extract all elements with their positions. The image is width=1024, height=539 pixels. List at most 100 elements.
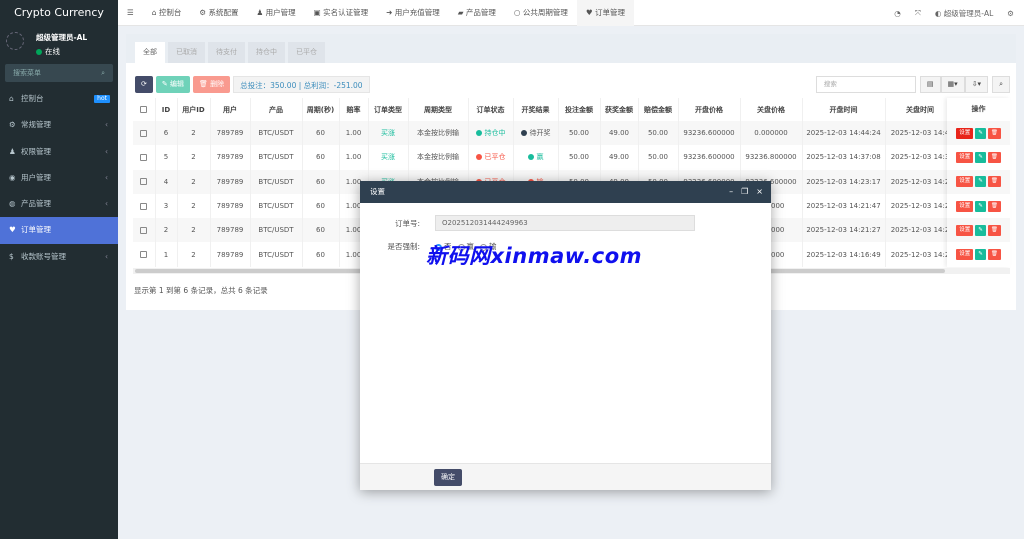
edit-row-button[interactable]: ✎ [975, 200, 986, 212]
set-button[interactable]: 设置 [956, 151, 974, 163]
tab-4[interactable]: 已平仓 [288, 42, 325, 63]
refresh-button[interactable]: ⟳ [135, 76, 153, 93]
delete-button[interactable]: 🗑 删除 [192, 76, 231, 93]
column-header[interactable]: 周期类型 [408, 98, 469, 121]
sidebar-item-5[interactable]: ♥ 订单管理 [0, 217, 118, 244]
select-all-checkbox[interactable] [133, 98, 156, 121]
column-header[interactable]: 获奖金额 [600, 98, 639, 121]
edit-label: 编辑 [169, 80, 184, 88]
column-header[interactable]: 开奖结果 [513, 98, 559, 121]
top-nav-item-1[interactable]: ⚙ 系统配置 [190, 0, 247, 26]
tab-3[interactable]: 持仓中 [248, 42, 285, 63]
row-checkbox[interactable] [133, 193, 156, 219]
edit-button[interactable]: ✎ 编辑 [155, 76, 190, 93]
cell-text: 赢 [536, 153, 544, 162]
edit-row-button[interactable]: ✎ [975, 127, 986, 139]
row-checkbox[interactable] [133, 242, 156, 267]
top-nav-item-2[interactable]: ♟ 用户管理 [248, 0, 305, 26]
set-button[interactable]: 设置 [956, 224, 974, 236]
column-header[interactable]: 开盘价格 [678, 98, 741, 121]
top-nav-item-5[interactable]: ▰ 产品管理 [449, 0, 505, 26]
edit-row-button[interactable]: ✎ [975, 249, 986, 261]
table-cell: BTC/USDT [250, 193, 303, 219]
cell-text: 1.00 [345, 226, 362, 235]
row-checkbox[interactable] [133, 218, 156, 243]
advanced-search-button[interactable]: ⌕ [992, 76, 1010, 93]
column-header[interactable]: 关盘时间 [885, 98, 956, 121]
column-header[interactable]: 投注金额 [558, 98, 601, 121]
column-header[interactable]: ID [155, 98, 178, 121]
tab-2[interactable]: 待支付 [208, 42, 245, 63]
column-header[interactable]: 用户ID [177, 98, 211, 121]
menu-search-placeholder: 搜索菜单 [13, 69, 41, 77]
top-nav-item-4[interactable]: ➜ 用户充值管理 [377, 0, 449, 26]
table-cell: 93236.800000 [740, 145, 803, 170]
table-search-input[interactable]: 搜索 [815, 76, 916, 93]
edit-row-button[interactable]: ✎ [975, 224, 986, 236]
delete-row-button[interactable]: 🗑 [987, 151, 1001, 163]
column-header[interactable]: 用户 [210, 98, 251, 121]
force-label: 是否强制: [387, 242, 420, 251]
columns-button[interactable]: ▦▾ [940, 76, 965, 93]
tab-0[interactable]: 全部 [135, 42, 165, 63]
cell-text: 2025-12-03 14:21:47 [806, 202, 881, 211]
sidebar-item-3[interactable]: ◉ 用户管理 ‹ [0, 165, 118, 191]
row-checkbox[interactable] [133, 145, 156, 170]
tab-1[interactable]: 已取消 [168, 42, 205, 63]
set-button[interactable]: 设置 [956, 127, 974, 139]
top-nav: ☰ ⌂ 控制台 ⚙ 系统配置 ♟ 用户管理 ▣ 实名认证管理 ➜ 用户充值管理 ▰ 产品管… [118, 0, 1024, 26]
row-checkbox[interactable] [133, 121, 156, 146]
column-header[interactable]: 周期(秒) [302, 98, 340, 121]
set-button[interactable]: 设置 [956, 176, 974, 188]
cell-text: 2025-12-03 14:2 [890, 250, 950, 259]
sidebar-item-1[interactable]: ⚙ 常规管理 ‹ [0, 112, 118, 138]
column-header[interactable]: 产品 [250, 98, 303, 121]
sidebar-item-6[interactable]: $ 收款账号管理 ‹ [0, 244, 118, 270]
settings-icon[interactable]: ⚙ [1007, 9, 1014, 18]
column-header[interactable]: 赔率 [339, 98, 369, 121]
edit-row-button[interactable]: ✎ [975, 151, 986, 163]
refresh-cache-icon[interactable]: ◔ [894, 9, 901, 18]
delete-row-button[interactable]: 🗑 [987, 224, 1001, 236]
column-header[interactable]: 关盘价格 [740, 98, 803, 121]
table-cell: 2 [177, 121, 211, 146]
edit-row-button[interactable]: ✎ [975, 176, 986, 188]
set-button[interactable]: 设置 [956, 249, 974, 261]
table-header: ID 用户ID 用户 产品 周期(秒) 赔率 订单类型 周期类型 订单状态 开奖结果 投注金额 获奖金… [133, 98, 956, 121]
minimize-icon[interactable]: – [729, 181, 733, 203]
export-button[interactable]: ⇩▾ [964, 76, 989, 93]
maximize-icon[interactable]: ❐ [741, 181, 748, 203]
delete-row-button[interactable]: 🗑 [987, 176, 1001, 188]
table-cell: 待开奖 [513, 121, 559, 146]
table-cell: 60 [302, 121, 340, 146]
top-nav-item-3[interactable]: ▣ 实名认证管理 [305, 0, 377, 26]
delete-row-button[interactable]: 🗑 [987, 127, 1001, 139]
menu-search-input[interactable]: 搜索菜单 ⌕ [5, 64, 113, 82]
confirm-button[interactable]: 确定 [434, 469, 462, 486]
table-cell: 60 [302, 169, 340, 194]
column-header[interactable]: 订单状态 [468, 98, 514, 121]
close-icon[interactable]: × [756, 181, 763, 203]
top-nav-item-6[interactable]: ○ 公共周期管理 [505, 0, 577, 26]
delete-row-button[interactable]: 🗑 [987, 200, 1001, 212]
column-header[interactable]: 开盘时间 [802, 98, 886, 121]
toggle-view-button[interactable]: ▤ [919, 76, 941, 93]
row-checkbox[interactable] [133, 169, 156, 194]
top-nav-item-0[interactable]: ⌂ 控制台 [143, 0, 191, 26]
set-button[interactable]: 设置 [956, 200, 974, 212]
column-header[interactable]: 订单类型 [368, 98, 409, 121]
sidebar-item-0[interactable]: ⌂ 控制台 hot [0, 86, 118, 112]
table-row[interactable]: 5 2 789789 BTC/USDT 60 1.00 买涨 本金按比例输 已平仓 赢 50.00 4… [133, 145, 956, 170]
sidebar-item-2[interactable]: ♟ 权限管理 ‹ [0, 139, 118, 165]
cell-text: 60 [316, 202, 325, 211]
top-nav-item-7[interactable]: ♥ 订单管理 [576, 0, 634, 26]
fullscreen-icon[interactable]: ⤧ [915, 8, 921, 18]
delete-row-button[interactable]: 🗑 [987, 249, 1001, 261]
column-header[interactable]: 赔偿金额 [638, 98, 679, 121]
order-no-field[interactable]: O202512031444249963 [435, 215, 695, 231]
table-row[interactable]: 6 2 789789 BTC/USDT 60 1.00 买涨 本金按比例输 持仓中 待开奖 50.0… [133, 121, 956, 146]
sidebar-item-4[interactable]: ◍ 产品管理 ‹ [0, 191, 118, 217]
menu-toggle-icon[interactable]: ☰ [118, 0, 143, 26]
cell-text: BTC/USDT [258, 153, 294, 162]
top-user-menu[interactable]: ◐ 超级管理员-AL [935, 8, 993, 19]
